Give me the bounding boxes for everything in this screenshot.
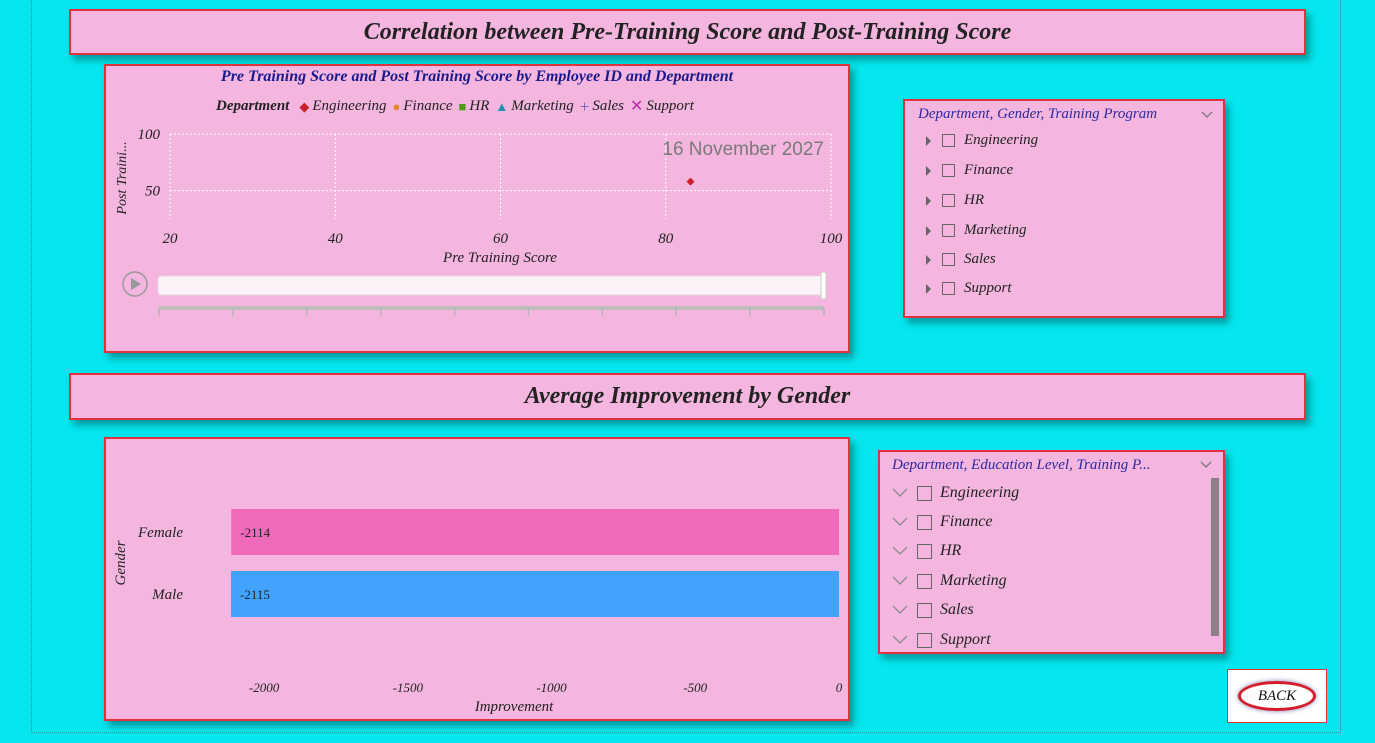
checkbox[interactable]	[917, 485, 932, 501]
scatter-x-axis-label: Pre Training Score	[442, 250, 557, 266]
slicer2-scrollbar[interactable]	[1211, 478, 1219, 636]
bar-x-axis-label: Improvement	[474, 699, 554, 715]
back-button-label[interactable]: BACK	[1238, 681, 1316, 711]
checkbox[interactable]	[942, 164, 955, 177]
scatter-point[interactable]	[686, 177, 695, 186]
expand-arrow-icon[interactable]	[926, 195, 931, 206]
checkbox[interactable]	[942, 194, 955, 207]
slicer1-item-marketing[interactable]: Marketing	[926, 222, 1026, 239]
y-category-label: Female	[137, 525, 183, 541]
x-tick-label: 20	[163, 231, 179, 247]
scatter-plot[interactable]: 20 40 60 80 100 50 100 16 November 2027 Pre Tr…	[106, 66, 848, 351]
slicer2-item-finance[interactable]: Finance	[892, 513, 992, 531]
slicer1-item-sales[interactable]: Sales	[926, 251, 996, 268]
play-axis-track[interactable]	[157, 275, 825, 296]
slicer2-header: Department, Education Level, Training P.…	[892, 457, 1151, 473]
correlation-banner-title: Correlation between Pre-Training Score a…	[363, 18, 1012, 45]
x-tick-label: 0	[836, 680, 843, 695]
checkbox[interactable]	[942, 253, 955, 266]
slicer1-item-label: Engineering	[964, 132, 1039, 148]
checkbox[interactable]	[917, 514, 932, 530]
back-button[interactable]: BACK	[1227, 669, 1327, 723]
slicer2-item-hr[interactable]: HR	[892, 542, 961, 560]
checkbox[interactable]	[917, 543, 932, 559]
correlation-banner: Correlation between Pre-Training Score a…	[69, 9, 1306, 55]
play-axis-handle[interactable]	[820, 271, 827, 300]
chevron-down-icon[interactable]	[892, 517, 908, 527]
slicer2-item-support[interactable]: Support	[892, 631, 991, 649]
chevron-down-icon[interactable]	[892, 488, 908, 498]
slicer1-item-hr[interactable]: HR	[926, 192, 984, 209]
slicer2-item-label: Engineering	[940, 484, 1020, 501]
chevron-down-icon[interactable]	[892, 546, 908, 556]
improvement-banner-title: Average Improvement by Gender	[524, 383, 851, 409]
x-tick-label: -1500	[393, 680, 424, 695]
x-tick-label: -2000	[249, 680, 280, 695]
slicer1-header: Department, Gender, Training Program	[918, 106, 1158, 122]
expand-arrow-icon[interactable]	[926, 283, 931, 294]
expand-arrow-icon[interactable]	[926, 135, 931, 146]
scatter-watermark-date: 16 November 2027	[662, 139, 824, 160]
bar-data-label: -2115	[240, 587, 270, 602]
checkbox[interactable]	[917, 573, 932, 589]
x-tick-label: 80	[658, 231, 674, 247]
slicer1-item-label: Support	[964, 280, 1012, 296]
slicer2-item-marketing[interactable]: Marketing	[892, 572, 1007, 590]
x-tick-label: 60	[493, 231, 509, 247]
checkbox[interactable]	[917, 602, 932, 618]
slicer2-item-engineering[interactable]: Engineering	[892, 484, 1019, 502]
improvement-banner: Average Improvement by Gender	[69, 373, 1306, 420]
bar-chart[interactable]: -2114 -2115 Female Male -2000 -1500 -1000 -500…	[106, 439, 848, 719]
bar-data-label: -2114	[240, 525, 270, 540]
x-tick-label: 100	[820, 231, 843, 247]
slicer2-item-label: Support	[940, 631, 991, 648]
checkbox[interactable]	[942, 134, 955, 147]
checkbox[interactable]	[917, 632, 932, 648]
bar-y-axis-label: Gender	[113, 540, 129, 585]
play-button[interactable]	[122, 271, 148, 297]
slicer1-item-label: HR	[964, 192, 984, 208]
expand-arrow-icon[interactable]	[926, 254, 931, 265]
chevron-down-icon[interactable]	[892, 635, 908, 645]
scatter-y-axis-label: Post Traini...	[115, 141, 130, 215]
chevron-down-icon[interactable]	[1200, 461, 1212, 469]
bar-male[interactable]	[231, 571, 839, 617]
slicer2-item-label: Finance	[940, 513, 993, 530]
chevron-down-icon[interactable]	[892, 576, 908, 586]
slicer1-item-finance[interactable]: Finance	[926, 162, 1013, 179]
slicer2-item-label: Marketing	[940, 572, 1007, 589]
y-tick-label: 50	[145, 184, 161, 200]
slicer1-item-label: Sales	[964, 251, 996, 267]
slicer2-item-label: HR	[940, 542, 962, 559]
chevron-down-icon[interactable]	[1201, 111, 1213, 119]
x-tick-label: -1000	[536, 680, 567, 695]
bar-chart-panel[interactable]: -2114 -2115 Female Male -2000 -1500 -1000 -500…	[104, 437, 850, 721]
chevron-down-icon[interactable]	[892, 605, 908, 615]
slicer1-item-label: Marketing	[964, 222, 1027, 238]
expand-arrow-icon[interactable]	[926, 165, 931, 176]
slicer1-item-engineering[interactable]: Engineering	[926, 132, 1038, 149]
scatter-chart-panel[interactable]: Pre Training Score and Post Training Sco…	[104, 64, 850, 353]
y-category-label: Male	[151, 587, 183, 603]
department-gender-program-slicer[interactable]: Department, Gender, Training Program Eng…	[903, 99, 1225, 318]
checkbox[interactable]	[942, 282, 955, 295]
x-tick-label: -500	[683, 680, 707, 695]
department-education-program-slicer[interactable]: Department, Education Level, Training P.…	[878, 450, 1225, 654]
bar-female[interactable]	[231, 509, 839, 555]
slicer1-item-label: Finance	[964, 162, 1014, 178]
play-icon	[131, 278, 141, 290]
slicer2-item-label: Sales	[940, 601, 974, 618]
x-tick-label: 40	[328, 231, 344, 247]
slicer1-item-support[interactable]: Support	[926, 280, 1012, 297]
expand-arrow-icon[interactable]	[926, 225, 931, 236]
y-tick-label: 100	[138, 127, 161, 143]
slicer2-item-sales[interactable]: Sales	[892, 601, 974, 619]
checkbox[interactable]	[942, 224, 955, 237]
